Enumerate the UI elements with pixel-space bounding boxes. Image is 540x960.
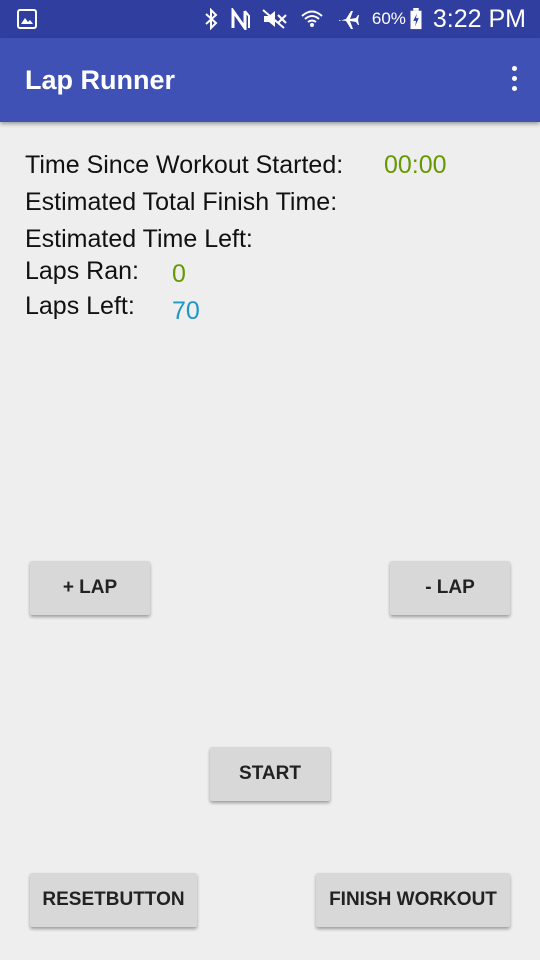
overflow-menu-icon[interactable] xyxy=(509,66,519,94)
time-since-value: 00:00 xyxy=(384,151,447,179)
time-since-label: Time Since Workout Started: xyxy=(25,151,344,179)
app-bar: Lap Runner xyxy=(0,38,540,122)
start-button[interactable]: START xyxy=(210,747,330,801)
finish-workout-button[interactable]: FINISH WORKOUT xyxy=(316,873,510,927)
laps-ran-value: 0 xyxy=(172,260,186,288)
status-time: 3:22 PM xyxy=(432,5,526,33)
plus-lap-button[interactable]: + LAP xyxy=(30,561,150,615)
laps-left-label: Laps Left: xyxy=(25,292,135,320)
estimated-total-finish-label: Estimated Total Finish Time: xyxy=(25,188,338,216)
nfc-icon xyxy=(231,8,250,30)
mute-icon xyxy=(262,9,287,29)
airplane-icon xyxy=(338,11,359,29)
estimated-time-left-label: Estimated Time Left: xyxy=(25,225,253,253)
laps-ran-label: Laps Ran: xyxy=(25,257,139,285)
wifi-icon xyxy=(301,10,323,27)
reset-button[interactable]: RESETBUTTON xyxy=(30,873,197,927)
gallery-icon xyxy=(17,9,37,29)
app-title: Lap Runner xyxy=(25,65,176,95)
battery-charging-icon xyxy=(410,8,422,30)
battery-percentage: 60% xyxy=(371,9,406,28)
minus-lap-button[interactable]: - LAP xyxy=(390,561,510,615)
laps-left-value: 70 xyxy=(172,297,200,325)
bluetooth-icon xyxy=(205,8,218,30)
status-icons: 60% 3:22 PM xyxy=(192,0,526,38)
status-bar: 60% 3:22 PM xyxy=(0,0,540,38)
